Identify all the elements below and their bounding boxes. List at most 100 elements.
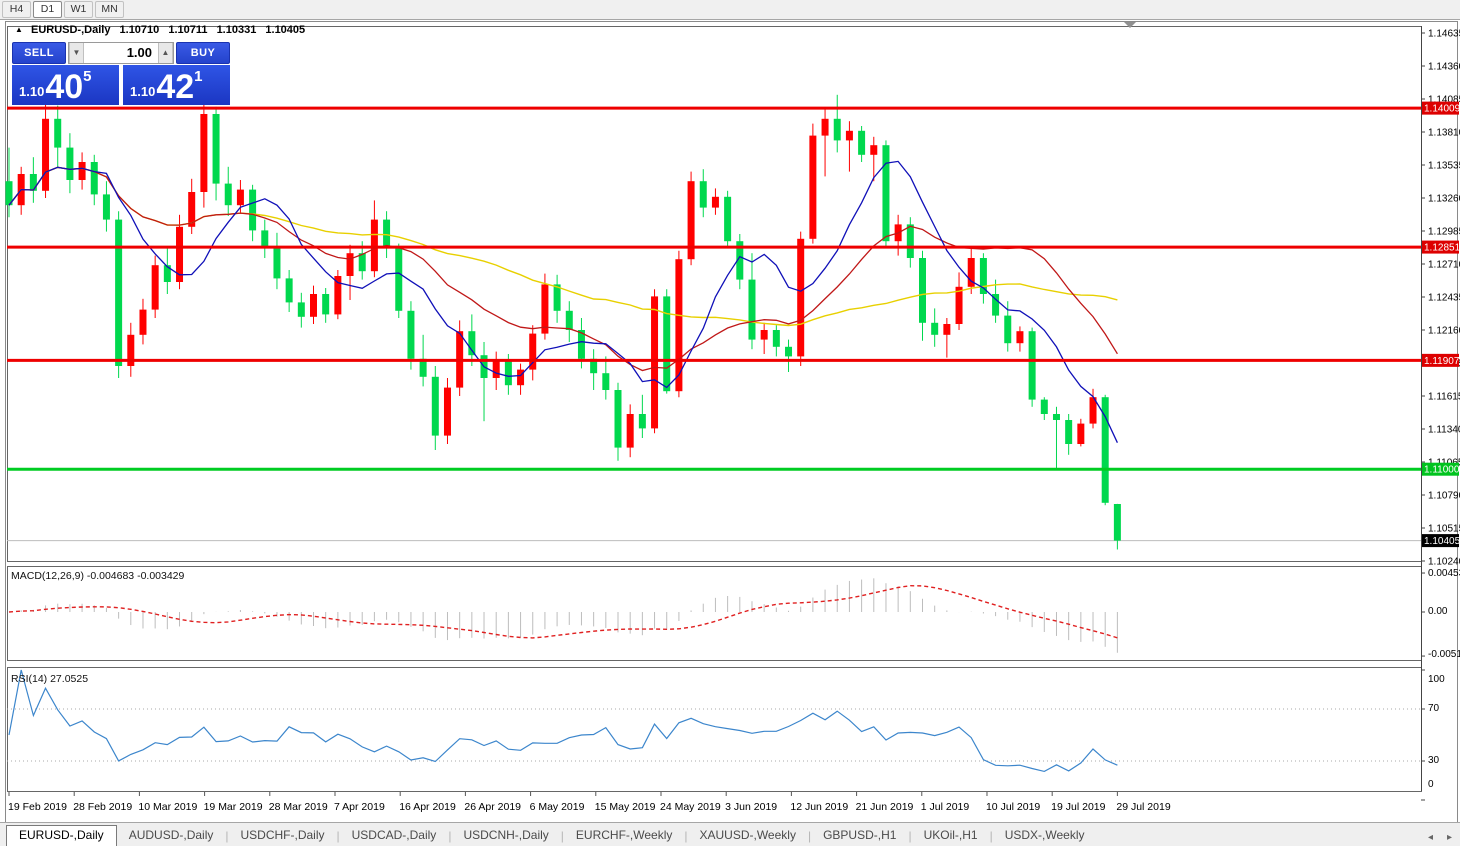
candle [663,289,670,393]
symbol-tab-eurchf-weekly[interactable]: EURCHF-,Weekly [564,826,684,846]
macd-indicator-label: MACD(12,26,9) -0.004683 -0.003429 [11,570,184,582]
level-price-badge: 1.11907 [1422,354,1460,367]
svg-text:1.14635: 1.14635 [1428,29,1460,40]
svg-text:28 Mar 2019: 28 Mar 2019 [269,801,328,813]
svg-text:6 May 2019: 6 May 2019 [530,801,585,813]
current-price-badge: 1.10405 [1422,534,1460,547]
svg-text:19 Feb 2019: 19 Feb 2019 [8,801,67,813]
level-price-badge: 1.11000 [1422,463,1460,476]
svg-text:10 Mar 2019: 10 Mar 2019 [138,801,197,813]
one-click-trading-panel: SELL ▼ 1.00 ▲ BUY 1.10 40 5 1.10 42 1 [12,42,230,105]
timeframe-button-w1[interactable]: W1 [64,1,93,18]
svg-text:1.13810: 1.13810 [1428,128,1460,139]
symbol-tab-usdchf-daily[interactable]: USDCHF-,Daily [229,826,337,846]
volume-stepper[interactable]: ▼ 1.00 ▲ [68,42,174,64]
chart-canvas[interactable]: 1.146351.143601.140851.138101.135351.132… [0,0,1460,845]
ask-price-display[interactable]: 1.10 42 1 [123,65,230,105]
symbol-tab-ukoil-h1[interactable]: UKOil-,H1 [912,826,990,846]
symbol-tab-eurusd-daily[interactable]: EURUSD-,Daily [6,825,117,846]
macd-pane [8,567,1422,661]
bid-price-display[interactable]: 1.10 40 5 [12,65,119,105]
candle [334,270,341,319]
svg-text:1.10405: 1.10405 [1424,536,1460,547]
symbol-tab-usdx-weekly[interactable]: USDX-,Weekly [993,826,1097,846]
svg-text:1.10515: 1.10515 [1428,524,1460,535]
svg-text:28 Feb 2019: 28 Feb 2019 [73,801,132,813]
level-price-badge: 1.14009 [1422,102,1460,115]
quote-low: 1.10331 [217,24,257,36]
svg-text:29 Jul 2019: 29 Jul 2019 [1116,801,1170,813]
svg-text:1.11340: 1.11340 [1428,425,1460,436]
svg-text:1.13260: 1.13260 [1428,194,1460,205]
svg-text:19 Jul 2019: 19 Jul 2019 [1051,801,1105,813]
timeframe-button-d1[interactable]: D1 [33,1,62,18]
candle [724,191,731,249]
candle [200,103,207,207]
ask-price-prefix: 1.10 [130,84,155,99]
quote-close: 1.10405 [265,24,305,36]
candle [1029,328,1036,407]
ask-price-big: 42 [156,70,194,104]
svg-text:16 Apr 2019: 16 Apr 2019 [399,801,456,813]
svg-text:10 Jul 2019: 10 Jul 2019 [986,801,1040,813]
symbol-tab-xauusd-weekly[interactable]: XAUUSD-,Weekly [687,826,807,846]
rsi-axis-30: 30 [1428,755,1439,766]
collapse-panel-icon[interactable]: ▲ [15,25,23,34]
tab-scroll-left-icon[interactable]: ◂ [1428,832,1433,843]
timeframe-button-h4[interactable]: H4 [2,1,31,18]
candle [444,378,451,444]
quote-open: 1.10710 [120,24,160,36]
svg-text:1.12985: 1.12985 [1428,227,1460,238]
svg-text:24 May 2019: 24 May 2019 [660,801,721,813]
volume-input[interactable]: 1.00 [84,43,158,63]
svg-text:3 Jun 2019: 3 Jun 2019 [725,801,777,813]
symbol-tab-gbpusd-h1[interactable]: GBPUSD-,H1 [811,826,908,846]
svg-text:1.10790: 1.10790 [1428,491,1460,502]
rsi-indicator-label: RSI(14) 27.0525 [11,673,88,685]
volume-decrease-icon[interactable]: ▼ [69,43,84,63]
svg-text:26 Apr 2019: 26 Apr 2019 [464,801,521,813]
svg-text:1.13535: 1.13535 [1428,161,1460,172]
svg-text:1.12435: 1.12435 [1428,293,1460,304]
chart-symbol-label: EURUSD-,Daily [31,24,110,36]
timeframe-button-mn[interactable]: MN [95,1,124,18]
svg-text:19 Mar 2019: 19 Mar 2019 [204,801,263,813]
candle [797,232,804,366]
volume-increase-icon[interactable]: ▲ [158,43,173,63]
svg-text:7 Apr 2019: 7 Apr 2019 [334,801,385,813]
rsi-axis-100: 100 [1428,674,1445,685]
symbol-tab-usdcad-daily[interactable]: USDCAD-,Daily [340,826,449,846]
candle [809,124,816,244]
tab-scroll-right-icon[interactable]: ▸ [1447,832,1452,843]
quote-high: 1.10711 [168,24,207,36]
sell-button[interactable]: SELL [12,42,66,64]
svg-text:1.11907: 1.11907 [1424,356,1460,367]
svg-text:1.14009: 1.14009 [1424,104,1460,115]
chart-header: ▲ EURUSD-,Daily 1.10710 1.10711 1.10331 … [15,24,305,36]
svg-text:12 Jun 2019: 12 Jun 2019 [790,801,848,813]
rsi-axis-70: 70 [1428,703,1439,714]
rsi-axis-0: 0 [1428,779,1434,790]
svg-text:1.12851: 1.12851 [1424,243,1460,254]
symbol-tab-audusd-daily[interactable]: AUDUSD-,Daily [117,826,226,846]
candle [688,172,695,266]
bid-price-big: 40 [45,70,83,104]
symbol-tab-bar: EURUSD-,DailyAUDUSD-,Daily|USDCHF-,Daily… [0,822,1460,846]
svg-text:1.11000: 1.11000 [1424,465,1460,476]
bid-price-sup: 5 [83,68,91,85]
timeframe-toolbar: H4 D1 W1 MN [0,0,1460,20]
svg-text:1.12710: 1.12710 [1428,260,1460,271]
symbol-tab-usdcnh-daily[interactable]: USDCNH-,Daily [451,826,560,846]
macd-axis-max: 0.004532 [1428,568,1460,579]
level-price-badge: 1.12851 [1422,241,1460,254]
svg-text:21 Jun 2019: 21 Jun 2019 [856,801,914,813]
candle [115,211,122,378]
rsi-pane [8,668,1422,792]
date-axis: 19 Feb 2019 28 Feb 2019 10 Mar 2019 19 Mar … [7,792,1421,814]
svg-text:1.14360: 1.14360 [1428,62,1460,73]
svg-text:1.11615: 1.11615 [1428,392,1460,403]
svg-text:15 May 2019: 15 May 2019 [595,801,656,813]
ask-price-sup: 1 [194,68,202,85]
svg-text:1 Jul 2019: 1 Jul 2019 [921,801,970,813]
buy-button[interactable]: BUY [176,42,230,64]
